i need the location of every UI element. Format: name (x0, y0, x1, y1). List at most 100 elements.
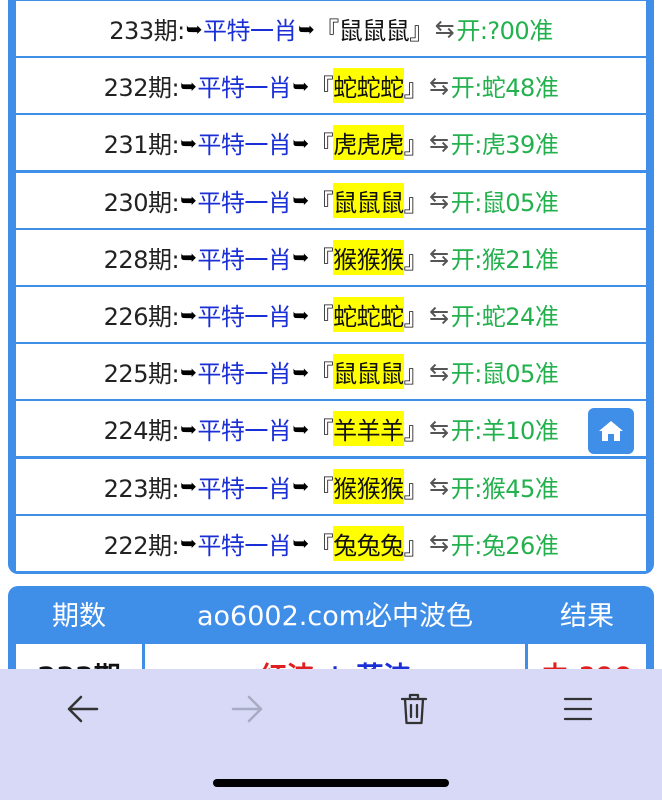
forward-button[interactable] (218, 689, 278, 729)
menu-button[interactable] (548, 689, 608, 729)
prediction-row: 223期: ➥ 平特一肖 ➥ 『猴猴猴』 ⇆ 开:猴45准 (16, 458, 646, 514)
close-bracket: 』 (403, 245, 428, 274)
prediction-type: 平特一肖 (197, 417, 292, 446)
draw-result: 开:兔26准 (450, 531, 559, 560)
swap-icon: ⇆ (429, 414, 449, 443)
predicted-zodiac: 羊羊羊 (333, 411, 404, 447)
trash-icon (400, 693, 428, 725)
arrow-icon: ➥ (292, 359, 309, 384)
predicted-zodiac: 蛇蛇蛇 (333, 68, 404, 104)
arrow-icon: ➥ (292, 245, 309, 270)
swap-icon: ⇆ (429, 71, 449, 100)
back-button[interactable] (52, 689, 112, 729)
home-icon (599, 421, 623, 441)
forward-arrow-icon (231, 695, 263, 723)
draw-result: 开:鼠05准 (450, 360, 559, 389)
predicted-zodiac: 鼠鼠鼠 (333, 354, 404, 390)
close-bracket: 』 (403, 417, 428, 446)
home-indicator[interactable] (213, 779, 449, 787)
arrow-icon: ➥ (292, 302, 309, 327)
close-bracket: 』 (403, 360, 428, 389)
open-bracket: 『 (309, 131, 334, 160)
arrow-icon: ➥ (292, 188, 309, 213)
arrow-icon: ➥ (185, 16, 203, 41)
issue-number: 228期: (103, 245, 180, 274)
close-bracket: 』 (403, 303, 428, 331)
draw-result: 开:猴21准 (450, 245, 559, 274)
arrow-icon: ➥ (292, 474, 309, 499)
predicted-zodiac: 猴猴猴 (333, 239, 404, 275)
prediction-row: 222期: ➥ 平特一肖 ➥ 『兔兔兔』 ⇆ 开:兔26准 (16, 515, 646, 571)
predicted-zodiac: 蛇蛇蛇 (333, 297, 404, 332)
predicted-zodiac: 鼠鼠鼠 (333, 182, 404, 218)
draw-result: 开:蛇24准 (450, 303, 559, 331)
prediction-type: 平特一肖 (197, 188, 292, 217)
draw-result: 开:猴45准 (450, 474, 559, 503)
predicted-zodiac: 兔兔兔 (333, 525, 404, 561)
open-bracket: 『 (309, 531, 334, 560)
swap-icon: ⇆ (434, 14, 455, 43)
prediction-row: 225期: ➥ 平特一肖 ➥ 『鼠鼠鼠』 ⇆ 开:鼠05准 (16, 344, 646, 400)
close-bracket: 』 (403, 74, 428, 103)
close-bracket: 』 (403, 474, 428, 503)
draw-result: 开:羊10准 (450, 417, 559, 446)
swap-icon: ⇆ (429, 243, 449, 272)
issue-number: 222期: (103, 531, 180, 560)
arrow-icon: ➥ (297, 16, 315, 41)
delete-button[interactable] (384, 689, 444, 729)
prediction-type: 平特一肖 (197, 74, 292, 103)
arrow-icon: ➥ (180, 245, 197, 270)
open-bracket: 『 (309, 417, 334, 446)
close-bracket: 』 (403, 131, 428, 160)
prediction-type: 平特一肖 (197, 131, 292, 160)
predicted-zodiac: 鼠鼠鼠 (338, 17, 410, 45)
prediction-row: 231期: ➥ 平特一肖 ➥ 『虎虎虎』 ⇆ 开:虎39准 (16, 115, 646, 171)
issue-number: 225期: (103, 360, 180, 389)
prediction-type: 平特一肖 (197, 303, 292, 331)
header-issue: 期数 (52, 601, 106, 632)
back-arrow-icon (67, 695, 99, 723)
arrow-icon: ➥ (180, 302, 197, 327)
home-button[interactable] (588, 408, 634, 454)
header-wave-color: ao6002.com必中波色 (196, 601, 474, 632)
header-result: 结果 (560, 601, 614, 632)
arrow-icon: ➥ (180, 359, 197, 384)
prediction-row: 226期: ➥ 平特一肖 ➥ 『蛇蛇蛇』 ⇆ 开:蛇24准 (16, 287, 646, 342)
draw-result: 开:虎39准 (450, 131, 559, 160)
issue-number: 231期: (103, 131, 180, 160)
prediction-row: 233期: ➥ 平特一肖 ➥ 『鼠鼠鼠』 ⇆ 开:?00准 (16, 1, 646, 56)
issue-number: 233期: (109, 17, 185, 45)
predicted-zodiac: 猴猴猴 (333, 468, 404, 504)
arrow-icon: ➥ (292, 531, 309, 556)
prediction-row: 228期: ➥ 平特一肖 ➥ 『猴猴猴』 ⇆ 开:猴21准 (16, 229, 646, 285)
prediction-type: 平特一肖 (202, 17, 298, 45)
arrow-icon: ➥ (292, 130, 309, 155)
open-bracket: 『 (309, 245, 334, 274)
browser-toolbar (0, 669, 662, 800)
issue-number: 230期: (103, 188, 180, 217)
open-bracket: 『 (315, 17, 339, 45)
arrow-icon: ➥ (180, 416, 197, 441)
swap-icon: ⇆ (429, 186, 449, 215)
issue-number: 223期: (103, 474, 180, 503)
prediction-row: 232期: ➥ 平特一肖 ➥ 『蛇蛇蛇』 ⇆ 开:蛇48准 (16, 58, 646, 114)
prediction-type: 平特一肖 (197, 245, 292, 274)
draw-result: 开:?00准 (456, 17, 553, 45)
menu-icon (563, 697, 593, 721)
prediction-row: 224期: ➥ 平特一肖 ➥ 『羊羊羊』 ⇆ 开:羊10准 (16, 401, 646, 457)
open-bracket: 『 (309, 474, 334, 503)
open-bracket: 『 (309, 303, 334, 331)
predicted-zodiac: 虎虎虎 (333, 125, 404, 161)
swap-icon: ⇆ (429, 357, 449, 386)
swap-icon: ⇆ (429, 529, 449, 558)
prediction-type: 平特一肖 (197, 474, 292, 503)
prediction-type: 平特一肖 (197, 360, 292, 389)
prediction-row: 230期: ➥ 平特一肖 ➥ 『鼠鼠鼠』 ⇆ 开:鼠05准 (16, 172, 646, 228)
arrow-icon: ➥ (180, 474, 197, 499)
issue-number: 232期: (103, 74, 180, 103)
swap-icon: ⇆ (429, 472, 449, 501)
arrow-icon: ➥ (180, 130, 197, 155)
arrow-icon: ➥ (180, 531, 197, 556)
close-bracket: 』 (409, 17, 433, 45)
arrow-icon: ➥ (180, 73, 197, 98)
